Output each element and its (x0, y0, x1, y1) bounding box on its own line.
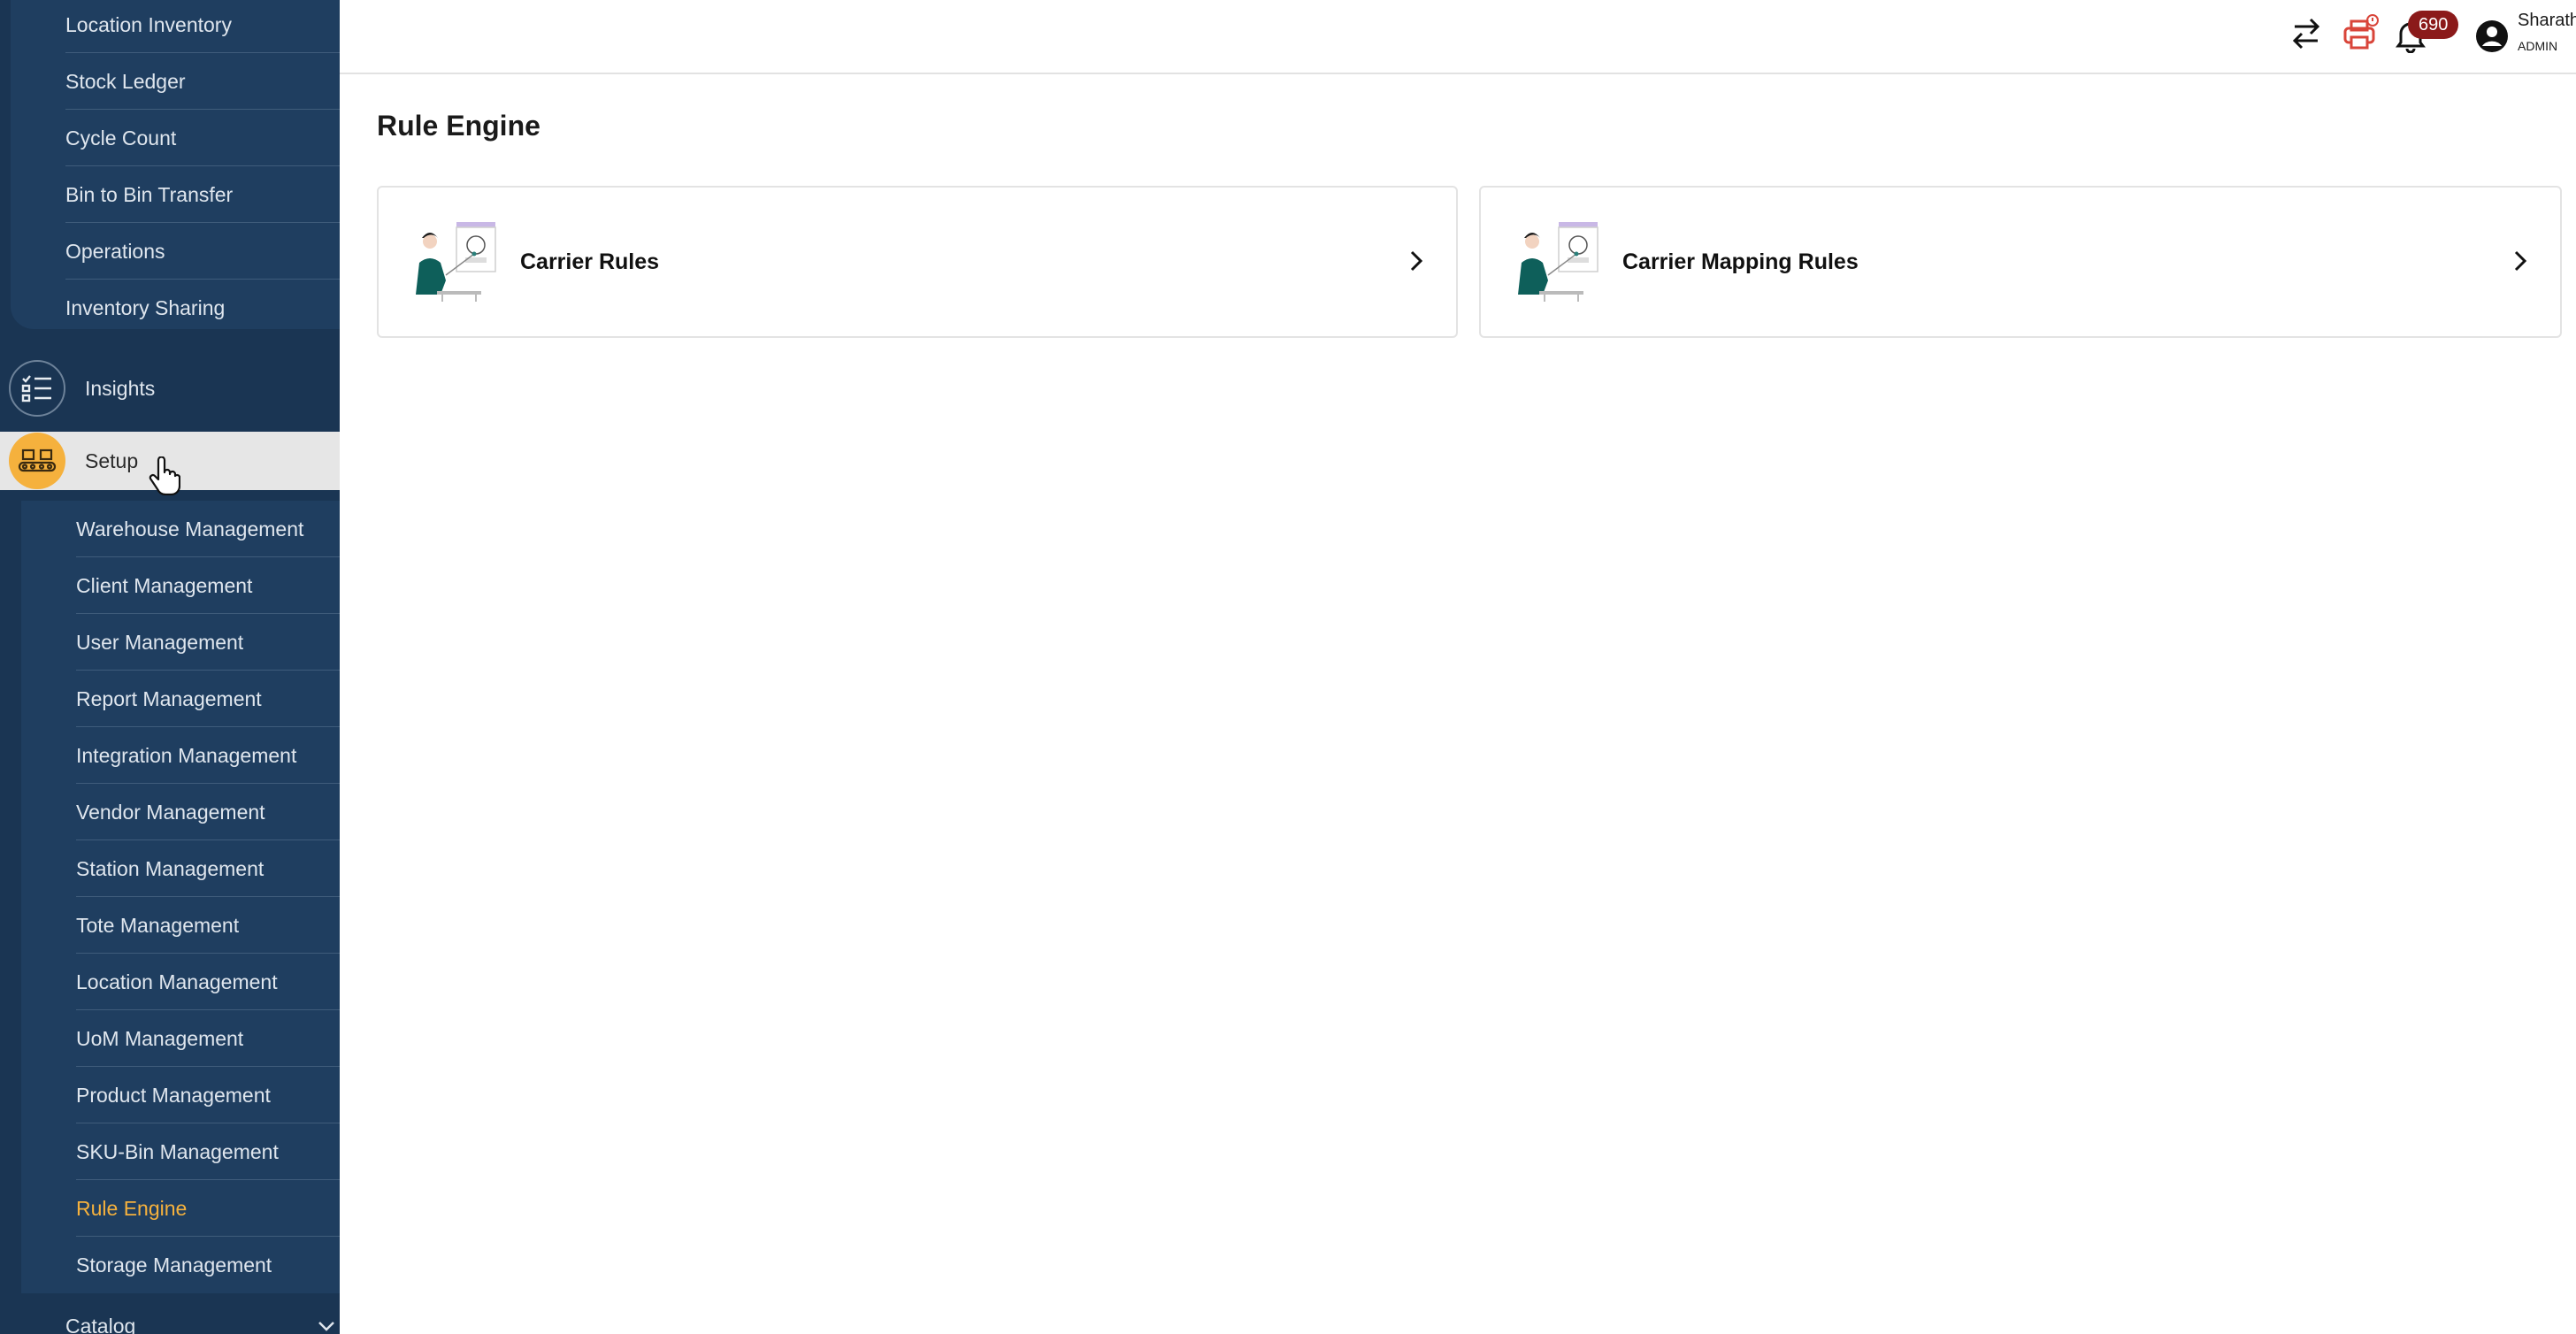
sidebar-item-cycle-count[interactable]: Cycle Count (65, 110, 340, 166)
printer-alert-icon[interactable] (2342, 12, 2380, 58)
sidebar-item-location-inventory[interactable]: Location Inventory (65, 0, 340, 53)
sidebar-item-client-management[interactable]: Client Management (76, 557, 340, 614)
sidebar-item-inventory-sharing[interactable]: Inventory Sharing (65, 280, 340, 336)
sidebar-item-vendor-management[interactable]: Vendor Management (76, 784, 340, 840)
sidebar-item-uom-management[interactable]: UoM Management (76, 1010, 340, 1067)
sidebar: Location Inventory Stock Ledger Cycle Co… (0, 0, 340, 1334)
sidebar-item-location-management[interactable]: Location Management (76, 954, 340, 1010)
sidebar-item-storage-management[interactable]: Storage Management (76, 1237, 340, 1293)
sidebar-item-user-management[interactable]: User Management (76, 614, 340, 671)
card-title: Carrier Mapping Rules (1622, 249, 1859, 274)
sidebar-item-bin-to-bin-transfer[interactable]: Bin to Bin Transfer (65, 166, 340, 223)
card-title: Carrier Rules (520, 249, 660, 274)
hand-pointer-icon (149, 456, 181, 500)
sidebar-item-station-management[interactable]: Station Management (76, 840, 340, 897)
sidebar-item-integration-management[interactable]: Integration Management (76, 727, 340, 784)
checklist-icon (9, 360, 65, 417)
top-bar (340, 0, 2576, 74)
page-title: Rule Engine (377, 110, 540, 142)
sidebar-item-operations[interactable]: Operations (65, 223, 340, 280)
setup-submenu: Warehouse Management Client Management U… (21, 501, 340, 1293)
sidebar-item-insights-label: Insights (85, 376, 156, 400)
swap-arrows-icon[interactable] (2291, 16, 2321, 56)
sidebar-item-stock-ledger[interactable]: Stock Ledger (65, 53, 340, 110)
card-carrier-rules[interactable]: Carrier Rules (377, 186, 1458, 338)
chevron-right-icon[interactable] (1408, 249, 1424, 277)
user-name[interactable]: Sharath (2518, 11, 2576, 31)
chevron-right-icon[interactable] (2512, 249, 2528, 277)
sidebar-item-setup-label: Setup (85, 448, 139, 472)
sidebar-item-tote-management[interactable]: Tote Management (76, 897, 340, 954)
user-avatar-icon[interactable] (2475, 19, 2509, 58)
person-at-desk-illustration-icon (410, 222, 499, 302)
user-role: ADMIN (2518, 39, 2558, 53)
chevron-down-icon[interactable] (317, 1320, 336, 1334)
notification-count-badge[interactable]: 690 (2408, 11, 2459, 39)
sidebar-item-catalog[interactable]: Catalog (65, 1315, 135, 1334)
inventory-submenu: Location Inventory Stock Ledger Cycle Co… (11, 0, 340, 329)
person-at-desk-illustration-icon (1513, 222, 1601, 302)
sidebar-item-sku-bin-management[interactable]: SKU-Bin Management (76, 1123, 340, 1180)
sidebar-item-report-management[interactable]: Report Management (76, 671, 340, 727)
sidebar-item-warehouse-management[interactable]: Warehouse Management (76, 501, 340, 557)
sidebar-item-rule-engine[interactable]: Rule Engine (76, 1180, 340, 1237)
card-carrier-mapping-rules[interactable]: Carrier Mapping Rules (1479, 186, 2562, 338)
conveyor-icon (9, 433, 65, 489)
sidebar-item-product-management[interactable]: Product Management (76, 1067, 340, 1123)
sidebar-item-insights[interactable]: Insights (9, 357, 340, 419)
